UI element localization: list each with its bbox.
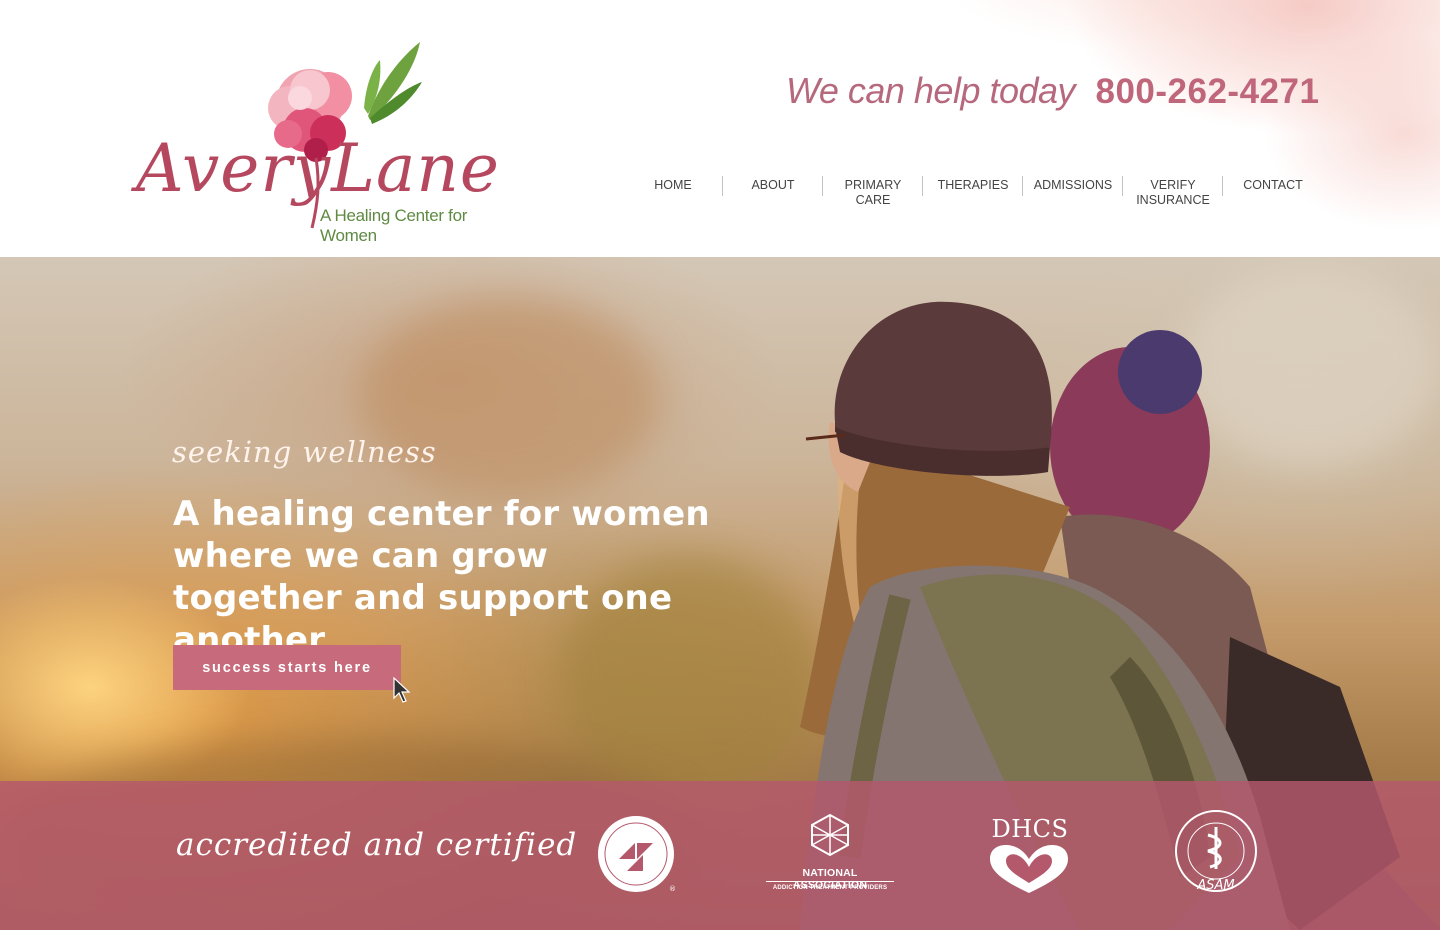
- joint-commission-seal-icon: ®: [598, 816, 676, 893]
- joint-commission-badge[interactable]: ®: [597, 815, 677, 895]
- logo-tagline: A Healing Center for Women: [320, 206, 468, 245]
- asam-seal-icon: ASAM: [1175, 810, 1257, 893]
- naatp-badge[interactable]: [810, 813, 850, 857]
- accreditation-band: accredited and certified ® NATIONAL ASSO…: [0, 781, 1440, 930]
- nav-label: THERAPIES: [937, 178, 1009, 192]
- mouse-cursor-icon: [393, 677, 411, 703]
- naatp-subname: ADDICTION TREATMENT PROVIDERS: [772, 885, 888, 891]
- dhcs-label[interactable]: DHCS: [990, 815, 1070, 843]
- help-line: We can help today 800-262-4271: [786, 70, 1319, 112]
- hero-kicker: seeking wellness: [172, 435, 437, 469]
- asam-label: ASAM: [1196, 878, 1234, 893]
- nav-item-contact[interactable]: CONTACT: [1223, 176, 1323, 216]
- dhcs-hands-heart-icon: [990, 845, 1068, 893]
- main-nav: HOME ABOUT PRIMARY CARE THERAPIES ADMISS…: [623, 176, 1323, 216]
- naatp-divider: [766, 881, 894, 882]
- nav-label: HOME: [654, 178, 692, 192]
- nav-label: PRIMARY CARE: [844, 178, 902, 207]
- accreditation-title: accredited and certified: [176, 827, 578, 863]
- logo-wordmark: AveryLane: [136, 130, 500, 207]
- nav-label: ABOUT: [751, 178, 795, 192]
- watercolor-decoration: [860, 0, 1440, 257]
- nav-item-therapies[interactable]: THERAPIES: [923, 176, 1023, 216]
- site-logo[interactable]: AveryLane A Healing Center for Women: [130, 38, 515, 245]
- phone-link[interactable]: 800-262-4271: [1095, 72, 1319, 111]
- asam-badge[interactable]: ASAM: [1174, 809, 1258, 895]
- success-starts-here-button[interactable]: success starts here: [173, 645, 401, 690]
- naatp-cube-icon: [811, 813, 849, 857]
- nav-label: CONTACT: [1243, 178, 1303, 192]
- nav-item-verify-insurance[interactable]: VERIFY INSURANCE: [1123, 176, 1223, 216]
- dhcs-badge[interactable]: [988, 843, 1070, 895]
- nav-item-primary-care[interactable]: PRIMARY CARE: [823, 176, 923, 216]
- nav-item-about[interactable]: ABOUT: [723, 176, 823, 216]
- site-header: AveryLane A Healing Center for Women We …: [0, 0, 1440, 257]
- nav-label: ADMISSIONS: [1033, 178, 1113, 192]
- nav-item-admissions[interactable]: ADMISSIONS: [1023, 176, 1123, 216]
- hero-title: A healing center for women where we can …: [173, 494, 710, 660]
- nav-item-home[interactable]: HOME: [623, 176, 723, 216]
- svg-text:®: ®: [669, 885, 676, 893]
- help-text: We can help today: [786, 70, 1076, 111]
- nav-label: VERIFY INSURANCE: [1136, 178, 1210, 207]
